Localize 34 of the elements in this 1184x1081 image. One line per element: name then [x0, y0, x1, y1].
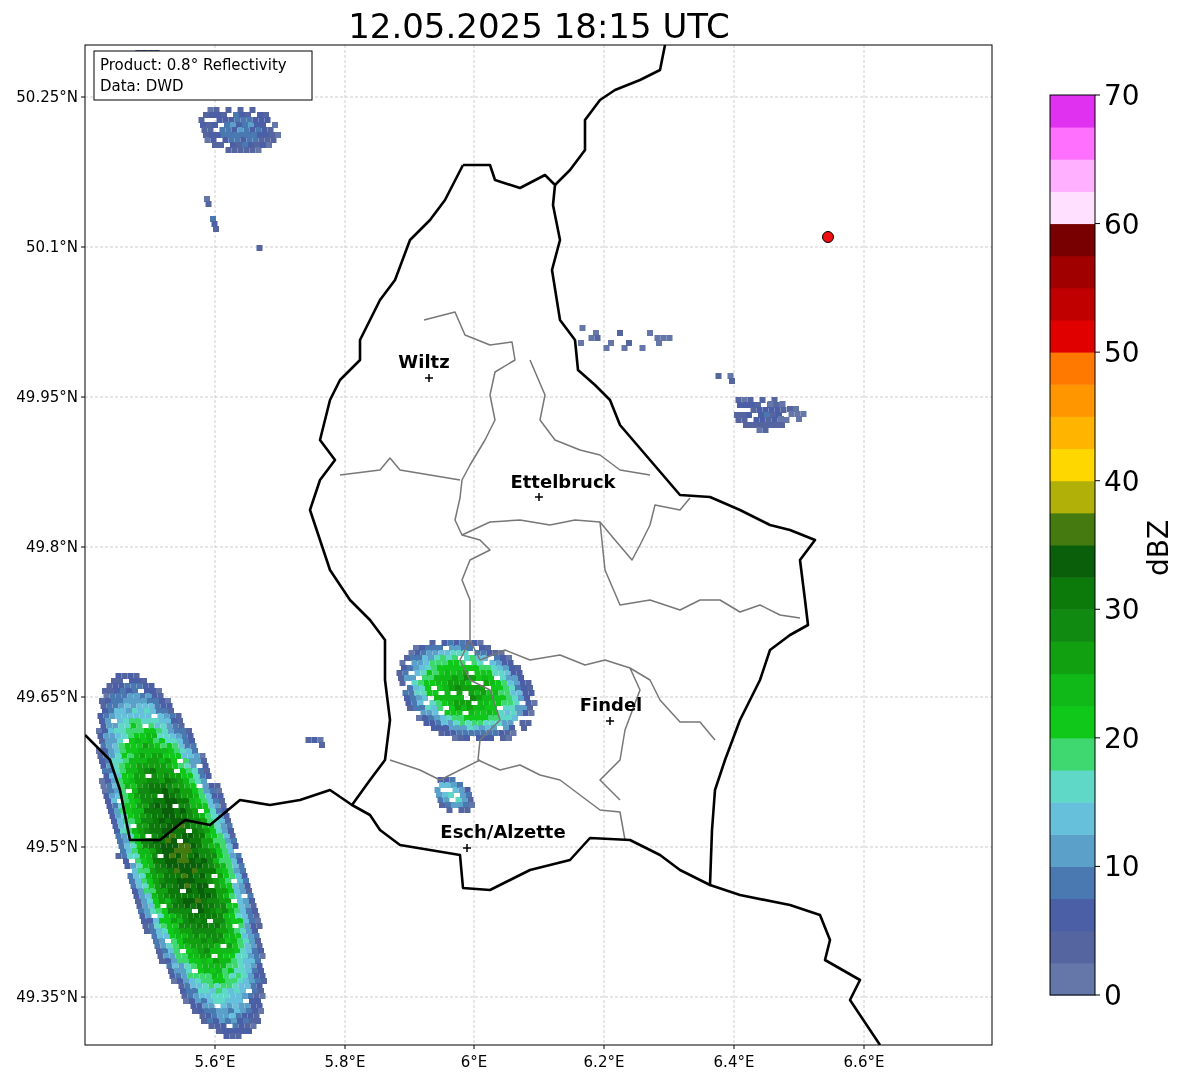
colorbar-tick-label: 50	[1104, 336, 1140, 370]
longitude-label: 5.8°E	[324, 1053, 366, 1071]
location-dot	[822, 231, 834, 243]
colorbar-tick-label: 40	[1104, 464, 1140, 498]
colorbar-tick-label: 20	[1104, 721, 1140, 755]
colorbar-tick-label: 70	[1104, 79, 1140, 112]
city-label: Findel	[579, 694, 643, 715]
colorbar-tick-label: 60	[1104, 207, 1140, 241]
info-text: Product: 0.8° Reflectivity	[100, 56, 287, 74]
city-marker-icon	[462, 843, 472, 853]
longitude-label: 6.4°E	[713, 1053, 755, 1071]
colorbar-tick-label: 10	[1104, 850, 1140, 884]
latitude-label: 49.95°N	[16, 388, 78, 406]
city-marker-icon	[534, 492, 544, 502]
colorbar-tick-label: 30	[1104, 593, 1140, 627]
longitude-label: 5.6°E	[194, 1053, 236, 1071]
longitude-label: 6.2°E	[583, 1053, 625, 1071]
latitude-label: 49.5°N	[25, 838, 78, 856]
longitude-label: 6.6°E	[843, 1053, 885, 1071]
colorbar-label: dBZ	[1142, 519, 1175, 577]
longitude-label: 6°E	[460, 1053, 488, 1071]
latitude-label: 50.25°N	[16, 88, 78, 106]
city-marker-icon	[424, 373, 434, 383]
city-label: Ettelbruck	[510, 471, 616, 492]
city-label: Wiltz	[398, 351, 450, 372]
latitude-label: 50.1°N	[25, 238, 78, 256]
colorbar-tick-label: 0	[1104, 979, 1122, 1012]
chart-title: 12.05.2025 18:15 UTC	[348, 6, 730, 46]
info-text: Data: DWD	[100, 77, 184, 95]
latitude-label: 49.65°N	[16, 688, 78, 706]
city-label: Esch/Alzette	[440, 821, 566, 842]
latitude-label: 49.35°N	[16, 988, 78, 1006]
city-marker-icon	[605, 716, 615, 726]
latitude-label: 49.8°N	[25, 538, 78, 556]
